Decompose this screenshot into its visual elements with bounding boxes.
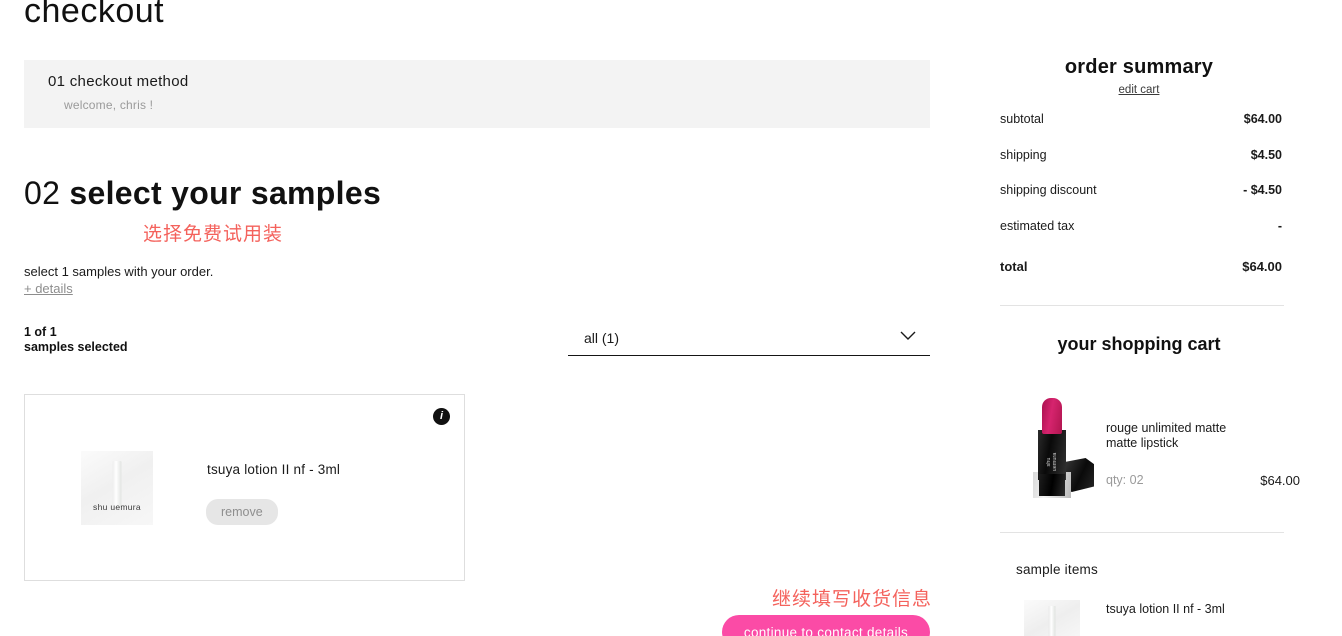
shopping-cart-title: your shopping cart [1057, 334, 1221, 354]
summary-total-label: total [1000, 259, 1028, 274]
checkout-method-title: 01 checkout method [48, 73, 189, 90]
samples-section-heading: 02 select your samples [24, 175, 381, 212]
samples-count-label: samples selected [24, 340, 128, 354]
checkout-method-welcome: welcome, chris ! [64, 98, 154, 112]
checkout-main-column: checkout 01 checkout method welcome, chr… [0, 0, 960, 636]
samples-step-number: 02 [24, 175, 61, 211]
cart-item-name-line1: rouge unlimited matte [1106, 421, 1227, 435]
summary-value: $64.00 [1243, 112, 1282, 126]
summary-label: shipping discount [1000, 183, 1097, 197]
sample-thumbnail-image: shu uemura [81, 451, 153, 525]
remove-sample-button[interactable]: remove [206, 499, 278, 525]
edit-cart-link[interactable]: edit cart [999, 84, 1279, 96]
sample-vial-shape [112, 461, 122, 507]
summary-label: shipping [1000, 148, 1047, 162]
page-title: checkout [24, 0, 165, 30]
sample-item-vial-shape [1048, 606, 1056, 636]
samples-hint: select 1 samples with your order. [24, 264, 214, 279]
samples-selected-count: 1 of 1 samples selected [24, 325, 128, 355]
summary-label: estimated tax [1000, 219, 1075, 233]
summary-label: subtotal [1000, 112, 1044, 126]
info-badge-icon[interactable]: i [433, 408, 450, 425]
checkout-method-panel[interactable]: 01 checkout method welcome, chris ! [24, 60, 930, 128]
cta-annotation-cn: 继续填写收货信息 [772, 589, 933, 610]
summary-total-value: $64.00 [1242, 259, 1282, 274]
sample-thumb-brand: shu uemura [93, 502, 141, 512]
cart-item-name-line2: matte lipstick [1106, 436, 1179, 450]
summary-value: - [1277, 219, 1282, 233]
samples-annotation-cn: 选择免费试用装 [143, 224, 284, 245]
samples-heading-text: select your samples [69, 175, 382, 211]
continue-to-contact-details-button[interactable]: continue to contact details [722, 615, 930, 636]
sample-item-name: tsuya lotion II nf - 3ml [1106, 602, 1225, 616]
lipstick-brand-mark: shu uemura [1046, 452, 1058, 472]
samples-filter-dropdown[interactable]: all (1) [568, 320, 930, 356]
cart-item-price: $64.00 [1260, 473, 1300, 488]
order-summary-title: order summary [1064, 56, 1214, 78]
cart-divider [1000, 532, 1284, 533]
samples-count-value: 1 of 1 [24, 325, 57, 339]
sample-item-thumbnail [1024, 600, 1080, 636]
samples-filter-value: all (1) [584, 330, 620, 346]
sample-items-title: sample items [1016, 562, 1098, 577]
cart-item-name: rouge unlimited matte matte lipstick [1106, 421, 1281, 451]
samples-details-link[interactable]: + details [24, 281, 73, 296]
summary-value: $4.50 [1250, 148, 1282, 162]
checkout-page: checkout 01 checkout method welcome, chr… [0, 0, 1342, 636]
chevron-down-icon [900, 331, 916, 340]
lipstick-bullet-shape [1042, 398, 1062, 434]
sample-product-name: tsuya lotion II nf - 3ml [207, 462, 341, 477]
sample-product-card[interactable]: i shu uemura tsuya lotion II nf - 3ml re… [24, 394, 465, 581]
summary-divider [1000, 305, 1284, 306]
order-sidebar: order summary edit cart subtotal $64.00 … [1000, 0, 1300, 636]
summary-value: - $4.50 [1243, 183, 1282, 197]
